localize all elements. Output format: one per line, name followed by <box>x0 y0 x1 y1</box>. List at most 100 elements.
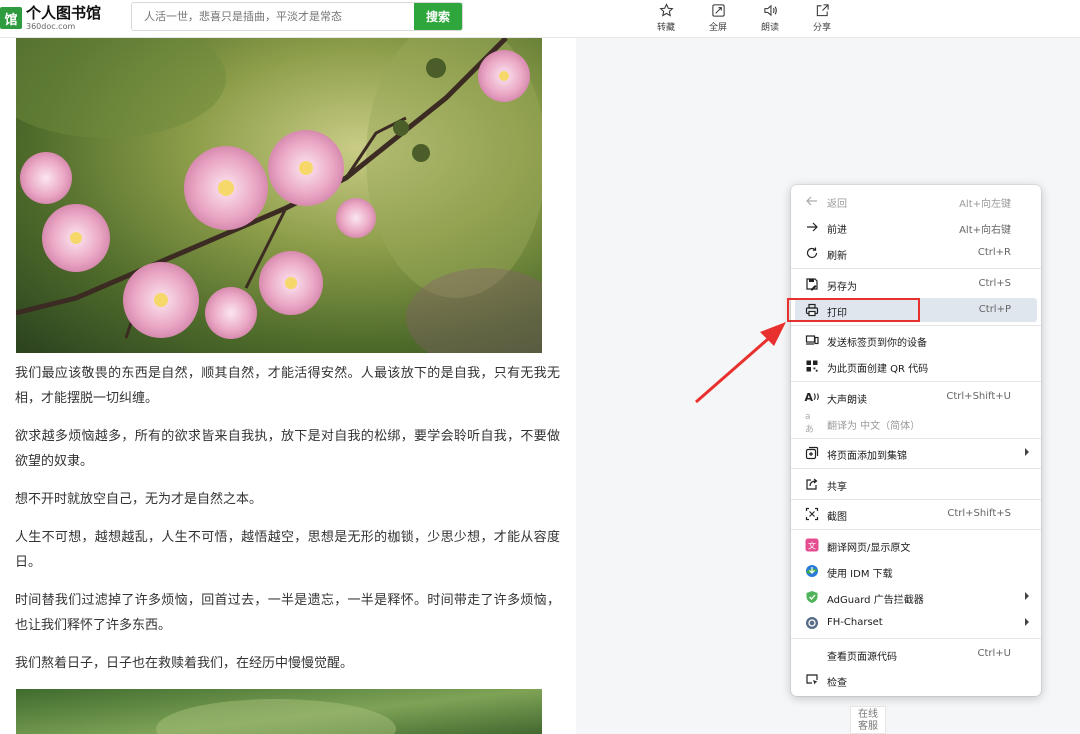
menu-item-shortcut: Ctrl+S <box>978 278 1011 289</box>
menu-item-label: 为此页面创建 QR 代码 <box>827 364 929 375</box>
service-label-line2: 客服 <box>858 721 878 732</box>
toolbar: 转藏 全屏 朗读 分享 <box>640 0 848 36</box>
print-highlight-box <box>787 298 920 322</box>
submenu-arrow-icon <box>1025 448 1029 456</box>
menu-item-fh-charset[interactable]: FH-Charset <box>795 611 1037 635</box>
menu-item-inspect[interactable]: 检查 <box>795 668 1037 692</box>
share-icon <box>805 477 819 491</box>
menu-item-label: 使用 IDM 下载 <box>827 569 893 580</box>
menu-item-label: 查看页面源代码 <box>827 652 897 663</box>
idm-icon <box>805 564 819 578</box>
menu-item-forward[interactable]: 前进 Alt+向右键 <box>795 215 1037 239</box>
collect-button[interactable]: 转藏 <box>640 0 692 36</box>
menu-item-label: 返回 <box>827 199 847 210</box>
second-photo <box>16 689 542 734</box>
menu-item-refresh[interactable]: 刷新 Ctrl+R <box>795 241 1037 265</box>
menu-item-shortcut: Ctrl+R <box>977 247 1011 258</box>
online-service-button[interactable]: 在线 客服 <box>850 706 886 734</box>
save-as-icon <box>805 277 819 291</box>
menu-separator <box>791 529 1041 530</box>
read-aloud-button[interactable]: 朗读 <box>744 0 796 36</box>
menu-item-send-to-device[interactable]: 发送标签页到你的设备 <box>795 328 1037 352</box>
speaker-icon <box>763 4 777 17</box>
paragraph: 时间替我们过滤掉了许多烦恼，回首过去，一半是遗忘，一半是释怀。时间带走了许多烦恼… <box>15 593 560 633</box>
menu-item-back[interactable]: 返回 Alt+向左键 <box>795 189 1037 213</box>
fullscreen-label: 全屏 <box>708 23 727 33</box>
menu-item-idm-download[interactable]: 使用 IDM 下载 <box>795 559 1037 583</box>
menu-item-read-aloud[interactable]: A)) 大声朗读 Ctrl+Shift+U <box>795 385 1037 409</box>
menu-item-shortcut: Ctrl+P <box>978 304 1011 315</box>
context-menu: 返回 Alt+向左键 前进 Alt+向右键 刷新 Ctrl+R 另存为 Ctrl… <box>791 185 1041 696</box>
menu-item-label: 截图 <box>827 512 847 523</box>
refresh-icon <box>805 246 819 260</box>
menu-item-shortcut: Ctrl+Shift+U <box>946 391 1011 402</box>
menu-item-label: AdGuard 广告拦截器 <box>827 595 924 606</box>
menu-item-label: 检查 <box>827 678 847 689</box>
translate-icon: aあ <box>805 411 815 435</box>
logo-domain: 360doc.com <box>26 21 76 31</box>
paragraph: 人生不可想，越想越乱，人生不可悟，越悟越空，思想是无形的枷锁，少思少想，才能从容… <box>15 530 560 570</box>
menu-separator <box>791 325 1041 326</box>
top-bar: 馆 个人图书馆 360doc.com 搜索 转藏 全屏 朗读 分享 <box>0 0 1080 38</box>
menu-item-label: FH-Charset <box>827 617 883 628</box>
menu-item-add-to-collections[interactable]: 将页面添加到集锦 <box>795 441 1037 465</box>
menu-item-save-as[interactable]: 另存为 Ctrl+S <box>795 272 1037 296</box>
menu-item-shortcut: Ctrl+Shift+S <box>947 508 1011 519</box>
menu-item-view-source[interactable]: 查看页面源代码 Ctrl+U <box>795 642 1037 666</box>
menu-item-qr-code[interactable]: 为此页面创建 QR 代码 <box>795 354 1037 378</box>
adguard-shield-icon <box>805 590 819 604</box>
paragraph: 欲求越多烦恼越多，所有的欲求皆来自我执，放下是对自我的松绑，要学会聆听自我，不要… <box>15 429 560 469</box>
back-arrow-icon <box>805 194 819 208</box>
service-label-line1: 在线 <box>858 709 878 720</box>
menu-item-label: 另存为 <box>827 282 857 293</box>
menu-item-shortcut: Ctrl+U <box>977 648 1012 659</box>
read-aloud-icon: A)) <box>804 390 820 404</box>
submenu-arrow-icon <box>1025 592 1029 600</box>
menu-item-label: 共享 <box>827 482 847 493</box>
qr-code-icon <box>805 359 819 373</box>
collections-icon <box>805 446 819 460</box>
fullscreen-icon <box>711 4 725 17</box>
menu-item-shortcut: Alt+向左键 <box>959 199 1011 210</box>
send-to-device-icon <box>805 333 819 347</box>
menu-item-label: 大声朗读 <box>827 395 867 406</box>
search-box: 搜索 <box>131 2 463 31</box>
search-button[interactable]: 搜索 <box>414 3 462 30</box>
menu-separator <box>791 381 1041 382</box>
translate-ext-icon: 文 <box>805 538 819 552</box>
collect-label: 转藏 <box>656 23 675 33</box>
screenshot-icon <box>805 507 819 521</box>
share-button[interactable]: 分享 <box>796 0 848 36</box>
search-input[interactable] <box>132 3 414 30</box>
submenu-arrow-icon <box>1025 618 1029 626</box>
charset-icon <box>805 616 819 630</box>
svg-text:文: 文 <box>808 541 816 551</box>
menu-separator <box>791 268 1041 269</box>
menu-item-label: 翻译为 中文（简体） <box>827 421 921 432</box>
share-label: 分享 <box>812 23 831 33</box>
menu-separator <box>791 638 1041 639</box>
article-body: 我们最应该敬畏的东西是自然，顺其自然，才能活得安然。人最该放下的是自我，只有无我… <box>15 361 560 689</box>
paragraph: 想不开时就放空自己，无为才是自然之本。 <box>15 492 263 507</box>
menu-separator <box>791 499 1041 500</box>
paragraph: 我们最应该敬畏的东西是自然，顺其自然，才能活得安然。人最该放下的是自我，只有无我… <box>15 366 560 406</box>
menu-item-label: 将页面添加到集锦 <box>827 451 907 462</box>
menu-item-translate-page[interactable]: 文 翻译网页/显示原文 <box>795 533 1037 557</box>
menu-item-translate[interactable]: aあ 翻译为 中文（简体） <box>795 411 1037 435</box>
star-icon <box>658 3 674 17</box>
paragraph: 我们熬着日子，日子也在救赎着我们，在经历中慢慢觉醒。 <box>15 656 354 671</box>
article: 我们最应该敬畏的东西是自然，顺其自然，才能活得安然。人最该放下的是自我，只有无我… <box>0 38 576 734</box>
annotation-arrow <box>695 322 786 404</box>
menu-separator <box>791 468 1041 469</box>
menu-item-share[interactable]: 共享 <box>795 472 1037 496</box>
menu-item-label: 前进 <box>827 225 847 236</box>
read-aloud-label: 朗读 <box>760 23 779 33</box>
share-icon <box>816 4 829 17</box>
forward-arrow-icon <box>805 220 819 234</box>
menu-item-screenshot[interactable]: 截图 Ctrl+Shift+S <box>795 502 1037 526</box>
menu-item-adguard[interactable]: AdGuard 广告拦截器 <box>795 585 1037 609</box>
plum-blossom-photo <box>16 38 542 353</box>
site-logo[interactable]: 馆 个人图书馆 360doc.com <box>0 2 101 34</box>
menu-item-label: 刷新 <box>827 251 847 262</box>
fullscreen-button[interactable]: 全屏 <box>692 0 744 36</box>
